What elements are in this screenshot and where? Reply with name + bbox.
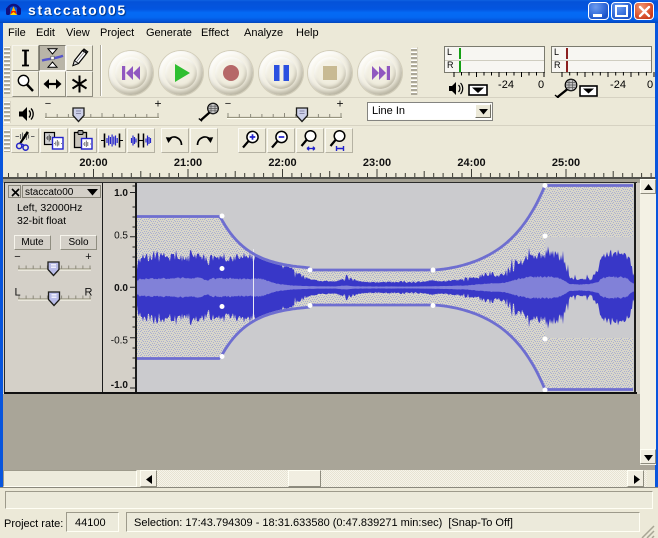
svg-text:R: R	[85, 287, 93, 299]
svg-text:0.0: 0.0	[114, 283, 128, 294]
svg-text:+: +	[154, 98, 161, 111]
svg-text:-24: -24	[498, 79, 514, 91]
svg-text:0: 0	[647, 79, 653, 91]
svg-text:−: −	[45, 98, 51, 110]
svg-text:-0.5: -0.5	[111, 335, 129, 346]
svg-text:-1.0: -1.0	[111, 380, 129, 391]
svg-text:0.5: 0.5	[114, 230, 128, 241]
svg-text:1.0: 1.0	[114, 188, 128, 199]
svg-text:+: +	[336, 98, 343, 111]
svg-text:L: L	[14, 287, 20, 299]
svg-text:−: −	[14, 253, 20, 263]
svg-text:−: −	[225, 98, 231, 110]
svg-text:+: +	[85, 253, 91, 263]
svg-text:0: 0	[538, 79, 544, 91]
svg-text:-24: -24	[610, 79, 626, 91]
